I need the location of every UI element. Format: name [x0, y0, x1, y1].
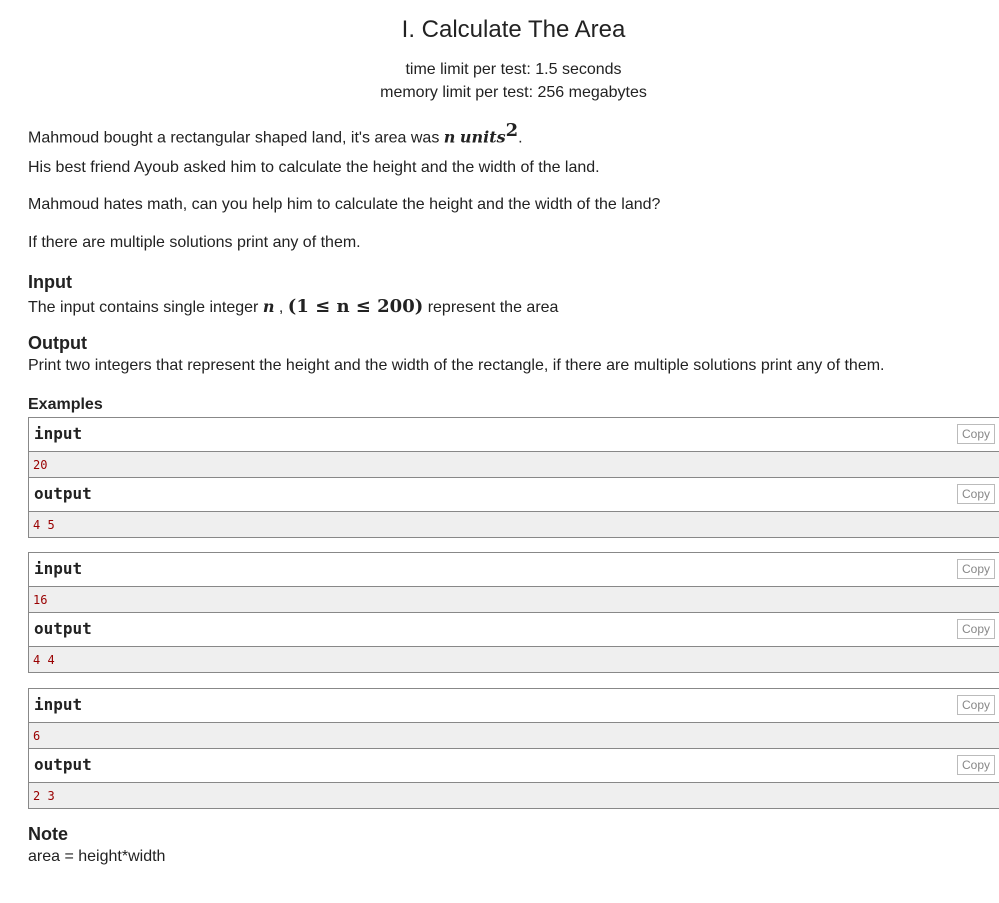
example-input-body: 6 — [29, 723, 999, 749]
output-section-title: Output — [28, 333, 87, 353]
example-output-value: 4 4 — [33, 653, 55, 667]
output-label: output — [34, 619, 92, 638]
input-text-after: represent the area — [423, 299, 559, 316]
note-text: area = height*width — [28, 848, 166, 865]
example-output-body: 2 3 — [29, 783, 999, 808]
copy-button[interactable]: Copy — [956, 559, 995, 579]
problem-limits: time limit per test: 1.5 seconds memory … — [28, 58, 999, 104]
statement-paragraph-4: If there are multiple solutions print an… — [28, 234, 361, 251]
input-text-before: The input contains single integer — [28, 299, 263, 316]
statement-paragraph-2: His best friend Ayoub asked him to calcu… — [28, 159, 600, 176]
example-input-value: 6 — [33, 729, 41, 743]
statement-period: . — [518, 129, 523, 147]
example-output-value: 2 3 — [33, 789, 55, 803]
copy-button[interactable]: Copy — [956, 695, 995, 715]
copy-button[interactable]: Copy — [956, 484, 995, 504]
example-output-header: output Copy — [29, 613, 999, 647]
memory-limit: memory limit per test: 256 megabytes — [380, 84, 647, 101]
output-section-text: Print two integers that represent the he… — [28, 357, 885, 374]
statement-text: Mahmoud bought a rectangular shaped land… — [28, 129, 444, 147]
example-input-header: input Copy — [29, 553, 999, 587]
example-input-value: 16 — [33, 593, 48, 607]
example-input-body: 20 — [29, 452, 999, 478]
input-section-title: Input — [28, 272, 72, 292]
problem-title: I. Calculate The Area — [401, 16, 626, 43]
example-input-header: input Copy — [29, 418, 999, 452]
example-input-header: input Copy — [29, 689, 999, 723]
input-label: input — [34, 695, 83, 714]
input-math-n: n — [262, 297, 275, 316]
example-block: input Copy 6 output Copy 2 3 — [28, 688, 999, 809]
math-n: n — [443, 127, 456, 147]
example-output-header: output Copy — [29, 749, 999, 783]
example-input-body: 16 — [29, 587, 999, 613]
example-input-value: 20 — [33, 458, 48, 472]
input-constraint: (1 ≤ n ≤ 200) — [287, 296, 424, 317]
input-label: input — [34, 424, 83, 443]
input-label: input — [34, 559, 83, 578]
copy-button[interactable]: Copy — [956, 424, 995, 444]
statement-paragraph-1: Mahmoud bought a rectangular shaped land… — [28, 120, 523, 147]
example-output-header: output Copy — [29, 478, 999, 512]
example-output-body: 4 4 — [29, 647, 999, 672]
output-label: output — [34, 484, 92, 503]
copy-button[interactable]: Copy — [956, 619, 995, 639]
example-block: input Copy 16 output Copy 4 4 — [28, 552, 999, 673]
example-output-value: 4 5 — [33, 518, 55, 532]
output-label: output — [34, 755, 92, 774]
copy-button[interactable]: Copy — [956, 755, 995, 775]
time-limit: time limit per test: 1.5 seconds — [405, 61, 622, 78]
math-superscript: 2 — [505, 120, 519, 141]
example-block: input Copy 20 output Copy 4 5 — [28, 417, 999, 538]
input-section-text: The input contains single integer n , (1… — [28, 296, 558, 317]
math-units: units — [459, 127, 506, 147]
note-title: Note — [28, 824, 68, 844]
statement-paragraph-3: Mahmoud hates math, can you help him to … — [28, 196, 661, 213]
example-output-body: 4 5 — [29, 512, 999, 537]
input-text-mid: , — [274, 299, 288, 316]
examples-title: Examples — [28, 396, 103, 413]
